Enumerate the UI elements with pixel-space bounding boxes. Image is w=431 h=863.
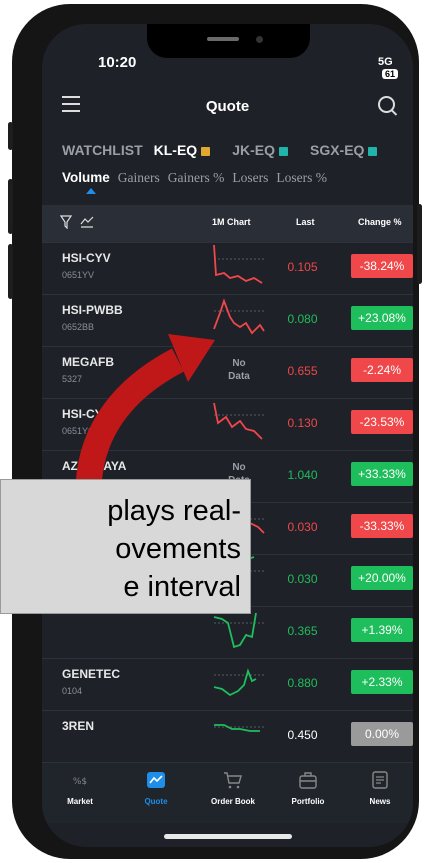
sparkline-path	[214, 724, 260, 732]
market-status-icon	[278, 146, 288, 156]
change-badge[interactable]: 0.00%	[351, 722, 413, 746]
news-icon	[372, 771, 388, 789]
tab-label: SGX-EQ	[309, 142, 365, 158]
change-badge[interactable]: +1.39%	[351, 618, 413, 642]
change-badge[interactable]: -33.33%	[351, 514, 413, 538]
stock-symbol: 3REN	[62, 719, 95, 733]
last-price: 0.880	[287, 676, 318, 690]
market-icon: %$	[73, 777, 87, 787]
change-badge[interactable]: +33.33%	[351, 462, 413, 486]
battery-icon: 61	[382, 69, 399, 79]
sparkline-path	[213, 244, 263, 284]
table-header: 1M Chart Last Change %	[42, 205, 413, 242]
table-row[interactable]: 3REN 0.450 0.00%	[42, 710, 413, 761]
callout-text: plays real- ovements e interval	[107, 495, 241, 603]
sparkline-chart[interactable]	[210, 659, 268, 707]
tab-label: JK-EQ	[232, 142, 275, 158]
tab-label: WATCHLIST	[62, 142, 143, 158]
tab-label: KL-EQ	[153, 142, 198, 158]
tab-sgx-eq[interactable]: SGX-EQ	[310, 142, 388, 158]
header-change[interactable]: Change %	[358, 217, 402, 227]
volume-up-button	[8, 179, 13, 234]
nav-label: Order Book	[210, 797, 255, 806]
status-time: 10:20	[98, 54, 137, 71]
market-tabs: WATCHLIST KL-EQ JK-EQ SGX-EQ	[62, 142, 399, 158]
change-badge[interactable]: -38.24%	[351, 254, 413, 278]
bottom-nav: %$ Market Quote Order Book Portfolio News	[42, 762, 413, 823]
last-price: 0.450	[287, 728, 318, 742]
sort-tab-volume[interactable]: Volume	[62, 170, 110, 185]
network-label: 5G	[378, 56, 393, 68]
sparkline-chart[interactable]	[210, 711, 268, 759]
nav-market[interactable]: %$ Market	[50, 771, 110, 806]
last-price: 0.030	[287, 520, 318, 534]
change-badge[interactable]: -2.24%	[351, 358, 413, 382]
sort-tab-losers[interactable]: Losers	[232, 170, 268, 185]
change-badge[interactable]: +20.00%	[351, 566, 413, 590]
header-chart[interactable]: 1M Chart	[212, 217, 251, 227]
volume-down-button	[8, 244, 13, 299]
camera-notch	[147, 24, 310, 58]
nav-label: Portfolio	[291, 797, 325, 806]
sort-tab-gainers[interactable]: Gainers %	[168, 170, 225, 185]
last-price: 0.030	[287, 572, 318, 586]
active-tab-indicator	[86, 188, 96, 194]
stock-symbol: HSI-CYV	[62, 251, 111, 265]
nav-label: Quote	[144, 797, 168, 806]
cart-icon	[224, 772, 242, 789]
nav-label: News	[369, 797, 391, 806]
sparkline-chart[interactable]	[210, 607, 268, 655]
sparkline-path	[213, 612, 257, 649]
stock-symbol: HSI-PWBB	[62, 303, 123, 317]
nav-quote[interactable]: Quote	[126, 771, 186, 806]
market-status-icon	[368, 146, 378, 156]
speaker-grille	[207, 37, 239, 41]
nav-order-book[interactable]: Order Book	[203, 771, 263, 806]
last-price: 0.105	[287, 260, 318, 274]
market-status-icon	[201, 146, 211, 156]
tab-watchlist[interactable]: WATCHLIST	[62, 142, 143, 158]
tab-kl-eq[interactable]: KL-EQ	[154, 142, 222, 158]
sort-tab-gainers[interactable]: Gainers	[118, 170, 160, 185]
nav-news[interactable]: News	[350, 771, 410, 806]
last-price: 0.365	[287, 624, 318, 638]
nav-label: Market	[67, 797, 93, 806]
last-price: 0.655	[287, 364, 318, 378]
filter-icon[interactable]	[60, 215, 72, 229]
stock-code: 0104	[62, 686, 83, 696]
mute-switch	[8, 122, 13, 150]
header-last[interactable]: Last	[296, 217, 315, 227]
sort-tab-losers[interactable]: Losers %	[276, 170, 327, 185]
status-indicators: 5G 61	[378, 56, 413, 80]
nav-portfolio[interactable]: Portfolio	[278, 771, 338, 806]
chart-toggle-icon[interactable]	[80, 216, 94, 228]
power-button	[417, 204, 422, 284]
page-title: Quote	[205, 98, 250, 115]
stock-symbol: GENETEC	[62, 667, 121, 681]
sparkline-chart[interactable]	[210, 243, 268, 291]
front-camera	[256, 36, 263, 43]
table-row[interactable]: GENETEC 0104 0.880 +2.33%	[42, 658, 413, 709]
annotation-callout: plays real- ovements e interval	[0, 479, 251, 614]
change-badge[interactable]: +2.33%	[351, 670, 413, 694]
table-row[interactable]: HSI-CYV 0651YV 0.105 -38.24%	[42, 242, 413, 293]
change-badge[interactable]: +23.08%	[351, 306, 413, 330]
search-icon[interactable]	[378, 96, 395, 113]
last-price: 0.080	[287, 312, 318, 326]
sort-tabs: Volume Gainers Gainers % Losers Losers %	[62, 170, 335, 186]
sparkline-path	[213, 668, 257, 697]
tab-jk-eq[interactable]: JK-EQ	[232, 142, 299, 158]
home-indicator	[164, 834, 292, 839]
briefcase-icon	[299, 772, 317, 789]
svg-text:%$: %$	[73, 777, 87, 787]
change-badge[interactable]: -23.53%	[351, 410, 413, 434]
chart-icon	[147, 772, 165, 788]
last-price: 1.040	[287, 468, 318, 482]
stock-code: 0651YV	[62, 270, 95, 280]
last-price: 0.130	[287, 416, 318, 430]
